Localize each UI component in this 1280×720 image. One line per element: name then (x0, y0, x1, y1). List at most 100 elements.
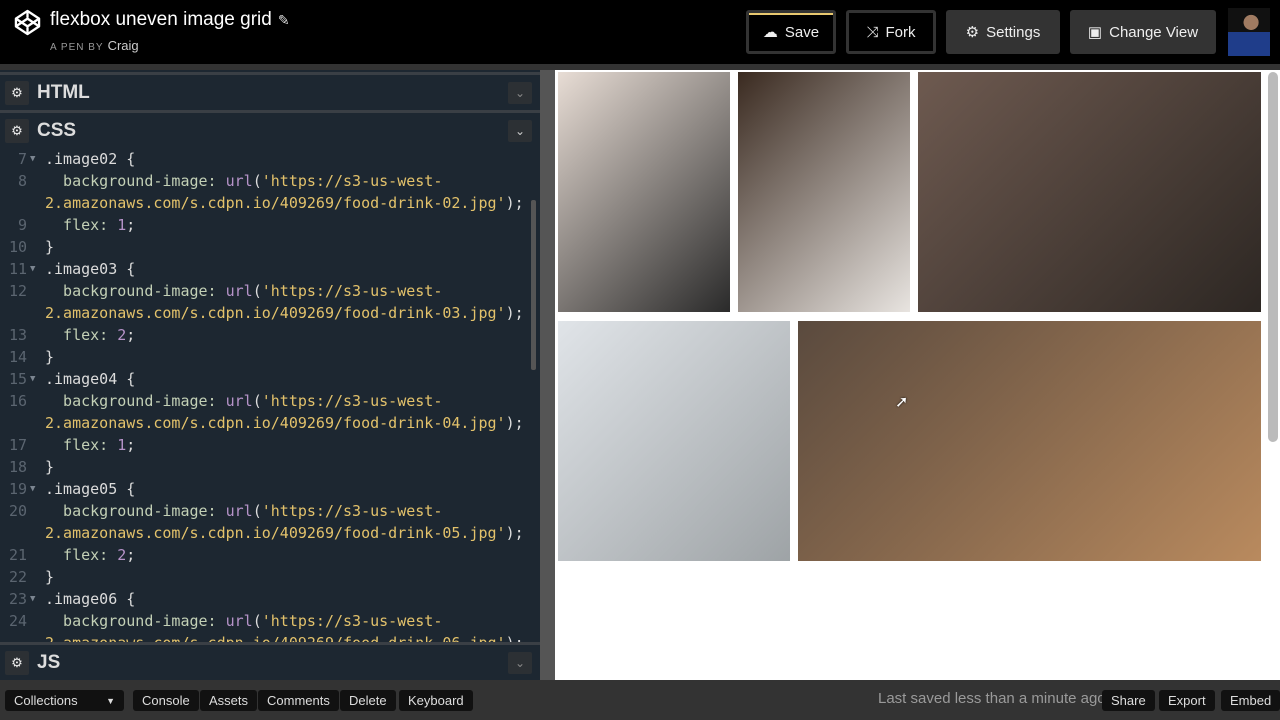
code-line[interactable]: 2.amazonaws.com/s.cdpn.io/409269/food-dr… (0, 522, 540, 544)
code-token: 2.amazonaws.com/s.cdpn.io/409269/food-dr… (45, 634, 506, 642)
coffee-drippers-image (738, 72, 910, 312)
codepen-logo-icon[interactable] (14, 9, 41, 36)
code-token: 2 (117, 326, 127, 344)
code-token: background-image: (45, 392, 226, 410)
code-token: ; (126, 216, 136, 234)
fold-arrow-icon[interactable]: ▼ (30, 368, 35, 390)
code-line[interactable]: 10} (0, 236, 540, 258)
assets-button[interactable]: Assets (200, 690, 258, 711)
fold-arrow-icon[interactable]: ▼ (30, 478, 35, 500)
fold-arrow-icon[interactable]: ▼ (30, 148, 35, 170)
mouse-cursor-icon: ➚ (895, 394, 909, 411)
code-token: } (45, 238, 55, 256)
line-number: 8 (17, 172, 27, 190)
html-pane-header[interactable]: ⚙ HTML ⌄ (0, 72, 540, 110)
code-token: url (225, 282, 253, 300)
line-number: 16 (8, 392, 27, 410)
html-settings-gear-icon[interactable]: ⚙ (5, 80, 29, 105)
line-number: 21 (8, 546, 27, 564)
collections-dropdown[interactable]: Collections ▼ (5, 690, 124, 711)
html-chevron-down-icon[interactable]: ⌄ (508, 81, 532, 104)
comments-button[interactable]: Comments (258, 690, 339, 711)
code-scrollbar[interactable] (531, 200, 536, 370)
code-line[interactable]: 24 background-image: url('https://s3-us-… (0, 610, 540, 632)
code-token: 'https://s3-us-west- (261, 172, 443, 190)
js-chevron-down-icon[interactable]: ⌄ (508, 651, 532, 674)
fold-arrow-icon[interactable]: ▼ (30, 258, 35, 280)
css-chevron-down-icon[interactable]: ⌄ (508, 119, 532, 142)
pen-title[interactable]: flexbox uneven image grid ✎ (50, 9, 290, 31)
code-token: ( (252, 172, 262, 190)
change-view-button[interactable]: ▣ Change View (1070, 10, 1216, 54)
code-token: 'https://s3-us-west- (261, 392, 443, 410)
code-line[interactable]: 2.amazonaws.com/s.cdpn.io/409269/food-dr… (0, 412, 540, 434)
code-token: ( (252, 392, 262, 410)
code-token: ); (505, 524, 524, 542)
code-line[interactable]: 15 ▼ .image04 { (0, 368, 540, 390)
code-line[interactable]: 21 flex: 2; (0, 544, 540, 566)
settings-label: Settings (986, 23, 1041, 41)
code-line[interactable]: 23 ▼ .image06 { (0, 588, 540, 610)
code-line[interactable]: 2.amazonaws.com/s.cdpn.io/409269/food-dr… (0, 632, 540, 642)
css-code-editor[interactable]: 7 ▼ .image02 {8 background-image: url('htt… (0, 148, 540, 642)
code-line[interactable]: 14} (0, 346, 540, 368)
save-button[interactable]: ☁ Save (746, 10, 836, 54)
js-settings-gear-icon[interactable]: ⚙ (5, 650, 29, 675)
line-number: 24 (8, 612, 27, 630)
code-line[interactable]: 13 flex: 2; (0, 324, 540, 346)
line-number: 14 (8, 348, 27, 366)
fork-button[interactable]: ⤨ Fork (846, 10, 936, 54)
footer: Collections ▼ Console Assets Comments Del… (0, 680, 1280, 720)
css-pane-header[interactable]: ⚙ CSS ⌄ (0, 110, 540, 148)
code-token: ( (252, 282, 262, 300)
code-token: ; (126, 546, 136, 564)
code-line[interactable]: 16 background-image: url('https://s3-us-… (0, 390, 540, 412)
forks-glass-image (558, 321, 790, 561)
code-line[interactable]: 20 background-image: url('https://s3-us-… (0, 500, 540, 522)
code-line[interactable]: 2.amazonaws.com/s.cdpn.io/409269/food-dr… (0, 302, 540, 324)
fold-arrow-icon[interactable]: ▼ (30, 588, 35, 610)
author-link[interactable]: Craig (108, 38, 139, 53)
latte-cup-image (558, 72, 730, 312)
code-line[interactable]: 9 flex: 1; (0, 214, 540, 236)
code-line[interactable]: 22} (0, 566, 540, 588)
code-line[interactable]: 2.amazonaws.com/s.cdpn.io/409269/food-dr… (0, 192, 540, 214)
code-token: url (225, 172, 253, 190)
code-line[interactable]: 12 background-image: url('https://s3-us-… (0, 280, 540, 302)
editor-panel: ⚙ HTML ⌄ ⚙ CSS ⌄ 7 ▼ .image02 {8 backgroun… (0, 70, 540, 680)
code-token: background-image: (45, 172, 226, 190)
code-token: 'https://s3-us-west- (261, 502, 443, 520)
code-line[interactable]: 17 flex: 1; (0, 434, 540, 456)
code-line[interactable]: 18} (0, 456, 540, 478)
delete-button[interactable]: Delete (340, 690, 396, 711)
code-line[interactable]: 19 ▼ .image05 { (0, 478, 540, 500)
fork-icon: ⤨ (866, 23, 879, 41)
code-line[interactable]: 8 background-image: url('https://s3-us-w… (0, 170, 540, 192)
pencil-icon[interactable]: ✎ (278, 12, 290, 28)
preview-frame[interactable] (555, 70, 1280, 680)
french-press-table-image (918, 72, 1261, 312)
code-line[interactable]: 11 ▼ .image03 { (0, 258, 540, 280)
code-token: background-image: (45, 282, 226, 300)
header: flexbox uneven image grid ✎ A PEN BY Craig… (0, 0, 1280, 64)
line-number: 23 (8, 590, 27, 608)
code-token: flex: (45, 436, 118, 454)
line-number: 22 (8, 568, 27, 586)
js-pane-header[interactable]: ⚙ JS ⌄ (0, 642, 540, 680)
css-settings-gear-icon[interactable]: ⚙ (5, 118, 29, 143)
preview-scrollbar[interactable] (1268, 72, 1278, 442)
console-button[interactable]: Console (133, 690, 199, 711)
share-button[interactable]: Share (1102, 690, 1155, 711)
line-number: 20 (8, 502, 27, 520)
line-number: 9 (17, 216, 27, 234)
code-line[interactable]: 7 ▼ .image02 { (0, 148, 540, 170)
code-token: 2.amazonaws.com/s.cdpn.io/409269/food-dr… (45, 194, 506, 212)
settings-button[interactable]: ⚙ Settings (946, 10, 1060, 54)
embed-button[interactable]: Embed (1221, 690, 1280, 711)
gear-icon: ⚙ (965, 24, 980, 41)
resize-gutter[interactable] (540, 70, 555, 680)
keyboard-button[interactable]: Keyboard (399, 690, 473, 711)
line-number: 12 (8, 282, 27, 300)
avatar[interactable] (1228, 8, 1270, 56)
export-button[interactable]: Export (1159, 690, 1215, 711)
